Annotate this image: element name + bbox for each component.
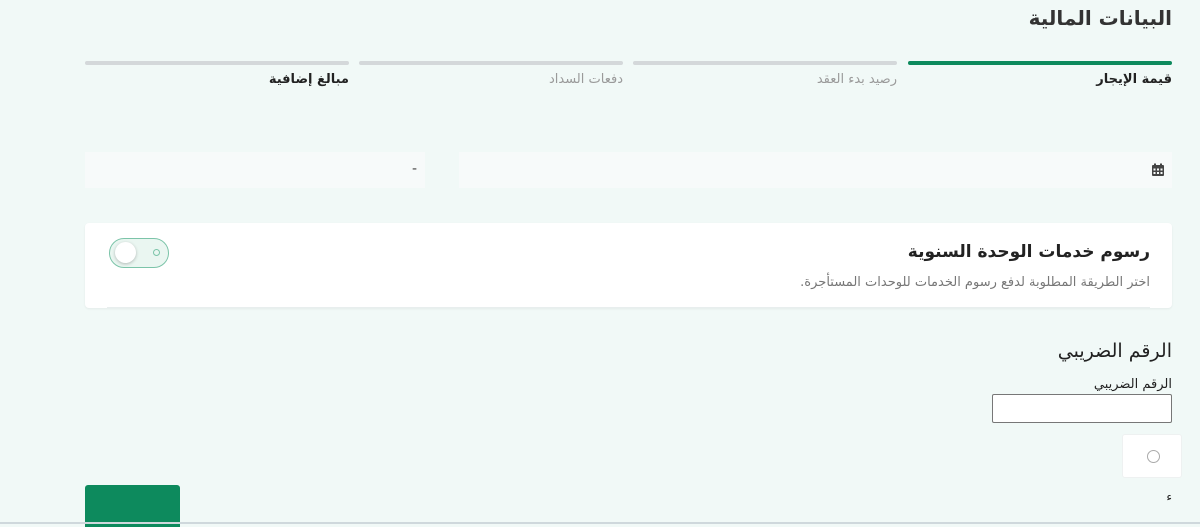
tax-section-title: الرقم الضريبي <box>1057 340 1172 362</box>
radio-option-card[interactable] <box>1122 434 1182 478</box>
step-progress-bar <box>85 61 349 65</box>
divider <box>107 307 1150 308</box>
step-label: دفعات السداد <box>548 72 623 87</box>
step-progress-bar <box>908 61 1172 65</box>
service-fees-title: رسوم خدمات الوحدة السنوية <box>907 242 1150 262</box>
toggle-off-indicator-icon <box>153 249 160 256</box>
step-progress-bar <box>633 61 897 65</box>
toggle-knob <box>115 242 136 263</box>
step-opening-balance[interactable]: رصيد بدء العقد <box>633 61 897 91</box>
service-fees-toggle[interactable] <box>109 238 169 268</box>
page-title: البيانات المالية <box>1028 6 1172 30</box>
step-label: قيمة الإيجار <box>1096 72 1172 87</box>
tax-number-label: الرقم الضريبي <box>1093 377 1172 392</box>
step-rent-value[interactable]: قيمة الإيجار <box>908 61 1172 91</box>
calendar-icon[interactable] <box>1151 163 1165 177</box>
step-payments[interactable]: دفعات السداد <box>359 61 623 91</box>
radio-button[interactable] <box>1147 450 1160 463</box>
step-label: رصيد بدء العقد <box>816 72 897 87</box>
tax-number-input[interactable] <box>992 394 1172 423</box>
partial-text: ء <box>1166 490 1172 504</box>
date-range-field[interactable]: - <box>85 152 425 188</box>
service-fees-description: اختر الطريقة المطلوبة لدفع رسوم الخدمات … <box>800 275 1150 290</box>
step-progress-bar <box>359 61 623 65</box>
range-separator: - <box>411 161 417 177</box>
step-additional-amounts[interactable]: مبالغ إضافية <box>85 61 349 91</box>
step-label: مبالغ إضافية <box>268 72 349 87</box>
divider <box>0 522 1200 524</box>
stepper: قيمة الإيجار رصيد بدء العقد دفعات السداد… <box>85 61 1172 91</box>
primary-action-button[interactable] <box>85 485 180 527</box>
service-fees-card: رسوم خدمات الوحدة السنوية اختر الطريقة ا… <box>85 223 1172 308</box>
date-picker-field[interactable] <box>459 152 1172 188</box>
